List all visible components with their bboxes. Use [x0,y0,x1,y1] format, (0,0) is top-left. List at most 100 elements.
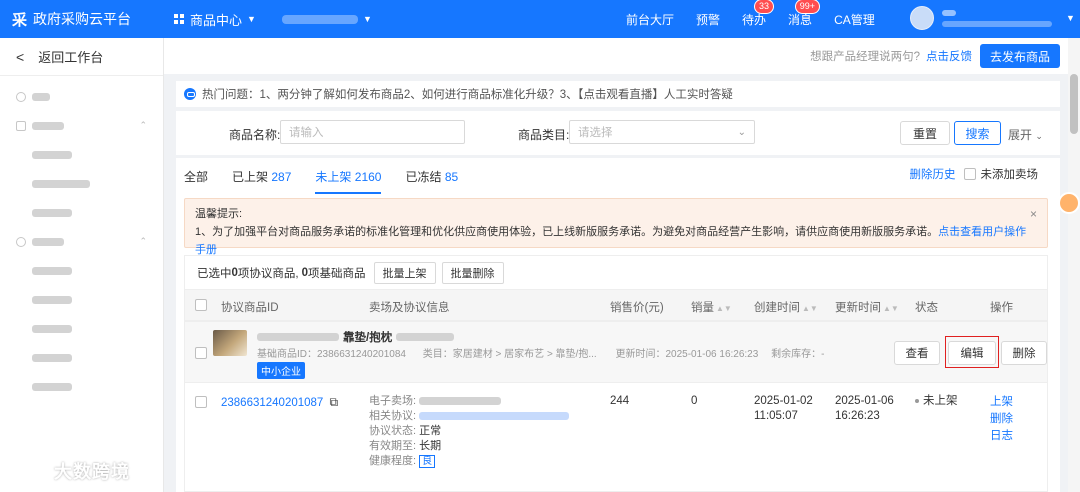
sidebar-subitem-blurred[interactable] [0,285,163,314]
tab-all[interactable]: 全部 [184,168,208,194]
selection-prefix: 已选中 [197,267,232,280]
external-link-icon[interactable]: ⧉ [330,395,339,409]
circle-icon [16,236,26,247]
base-updated: 更新时间：2025-01-06 16:26:23 [615,349,759,360]
selection-suffix: 项基础商品 [308,267,366,280]
tab-frozen[interactable]: 已冻结 85 [405,168,458,194]
sidebar-subitem-blurred[interactable] [0,343,163,372]
hot-questions-text[interactable]: 热门问题：1、两分钟了解如何发布商品2、如何进行商品标准化升级？3、【点击观看直… [202,86,733,102]
sidebar-subitem-blurred[interactable] [0,314,163,343]
expand-label: 展开 [1008,128,1033,142]
sidebar-subitem-blurred[interactable] [0,256,163,285]
table-header: 协议商品ID 卖场及协议信息 销售价(元) 销量 ▲▼ 创建时间 ▲▼ 更新时间 ▲▼… [184,289,1048,321]
sort-icon: ▲▼ [716,304,732,313]
expand-toggle[interactable]: 展开 ⌄ [1008,126,1043,143]
agreement-product-id-link[interactable]: 2386631240201087 [221,397,323,409]
chevron-down-icon: ⌄ [737,126,746,138]
row-checkbox[interactable] [195,347,207,359]
col-created[interactable]: 创建时间 ▲▼ [754,299,818,315]
sidebar-subitem-blurred[interactable] [0,198,163,227]
nav-ca-management[interactable]: CA管理 [834,11,875,28]
user-menu[interactable]: ▼ [910,6,1075,30]
sidebar-item-blurred[interactable] [0,82,163,111]
nav-messages[interactable]: 消息 99+ [788,0,821,28]
menu-text-redacted [32,324,72,333]
publish-product-button[interactable]: 去发布商品 [979,44,1060,68]
sort-icon: ▲▼ [802,304,818,313]
col-sales[interactable]: 销量 ▲▼ [691,299,732,315]
col-updated[interactable]: 更新时间 ▲▼ [835,299,899,315]
back-label: 返回工作台 [38,50,104,65]
nav-warning[interactable]: 预警 [696,11,720,28]
category-select[interactable]: 请选择 ⌄ [569,120,755,144]
base-stock: 剩余库存：- [771,349,825,360]
product-center-menu[interactable]: 商品中心 ▼ [174,10,256,29]
mall-protocol-cell: 电子卖场: 相关协议: 协议状态: 正常 有效期至: 长期 健康程度: 良 [369,394,570,469]
log-action-link[interactable]: 日志 [990,428,1013,445]
protocol-link-redacted[interactable] [419,412,570,421]
delete-history-link[interactable]: 删除历史 [910,166,956,182]
menu-text-redacted [32,382,72,391]
row-checkbox[interactable] [195,396,207,408]
page-header: 想跟产品经理说两句? 点击反馈 去发布商品 [164,38,1068,74]
sidebar-subitem-blurred[interactable] [0,169,163,198]
sidebar-subitem-blurred[interactable] [0,140,163,169]
sidebar-group-blurred[interactable]: ⌃ [0,111,163,140]
updated-time: 16:26:23 [835,410,880,422]
feedback-prompt: 想跟产品经理说两句? [810,51,920,63]
sidebar-group-blurred[interactable]: ⌃ [0,227,163,256]
assistant-float-icon[interactable] [1058,192,1080,214]
feedback-link[interactable]: 点击反馈 [926,48,972,64]
tab-label: 全部 [184,170,209,184]
close-icon[interactable]: × [1030,205,1037,223]
not-added-checkbox[interactable] [963,168,976,180]
updated-cell: 2025-01-06 16:26:23 [835,394,894,424]
menu-text-redacted [32,237,64,246]
view-button[interactable]: 查看 [894,341,940,365]
title-redacted [396,333,455,341]
menu-text-redacted [32,266,72,275]
tab-unlisted[interactable]: 未上架 2160 [315,168,382,194]
nav-label: 待办 [742,12,767,27]
status-cell: 未上架 [915,394,958,409]
app-title: 政府采购云平台 [33,11,132,27]
col-label: 更新时间 [835,302,881,314]
search-button[interactable]: 搜索 [954,121,1001,145]
product-thumbnail[interactable] [213,330,247,356]
protocol-status-label: 协议状态: [369,425,417,437]
menu-text-redacted [32,208,72,217]
col-label: 销量 [691,302,714,314]
actions-cell: 上架 删除 日志 [990,394,1013,445]
sidebar: < 返回工作台 ⌃ ⌃ [0,38,164,492]
top-nav: 前台大厅 预警 待办 33 消息 99+ CA管理 [626,0,897,38]
org-switcher[interactable]: ▼ [281,14,372,24]
select-all-checkbox[interactable] [195,299,207,311]
col-status: 状态 [915,302,938,314]
batch-list-button[interactable]: 批量上架 [373,261,436,284]
tab-listed[interactable]: 已上架 287 [232,168,291,194]
created-time: 11:05:07 [754,410,798,422]
delete-action-link[interactable]: 删除 [990,411,1013,428]
app-logo[interactable]: 采 政府采购云平台 [0,9,168,30]
title-text: 靠垫/抱枕 [343,332,393,344]
page-scrollbar[interactable] [1068,38,1080,492]
nav-todo[interactable]: 待办 33 [742,0,775,28]
back-to-workbench[interactable]: < 返回工作台 [0,38,163,76]
scroll-thumb[interactable] [1070,74,1078,134]
list-action-link[interactable]: 上架 [990,394,1013,411]
product-name-input[interactable]: 请输入 [280,120,465,144]
reset-button[interactable]: 重置 [900,121,950,145]
delete-button[interactable]: 删除 [1001,341,1047,365]
sidebar-subitem-blurred[interactable] [0,372,163,401]
tab-count: 85 [444,170,459,184]
sort-icon: ▲▼ [883,304,899,313]
status-badge: 未上架 [923,395,958,407]
chevron-left-icon: < [16,48,25,65]
logo-mark: 采 [12,11,28,29]
nav-front-hall[interactable]: 前台大厅 [626,11,674,28]
protocol-label: 相关协议: [369,410,417,422]
chat-bubble-icon [184,88,196,100]
agreement-product-id-cell: 2386631240201087 ⧉ [221,395,338,411]
sales-cell: 0 [691,395,698,407]
batch-delete-button[interactable]: 批量删除 [441,261,504,284]
